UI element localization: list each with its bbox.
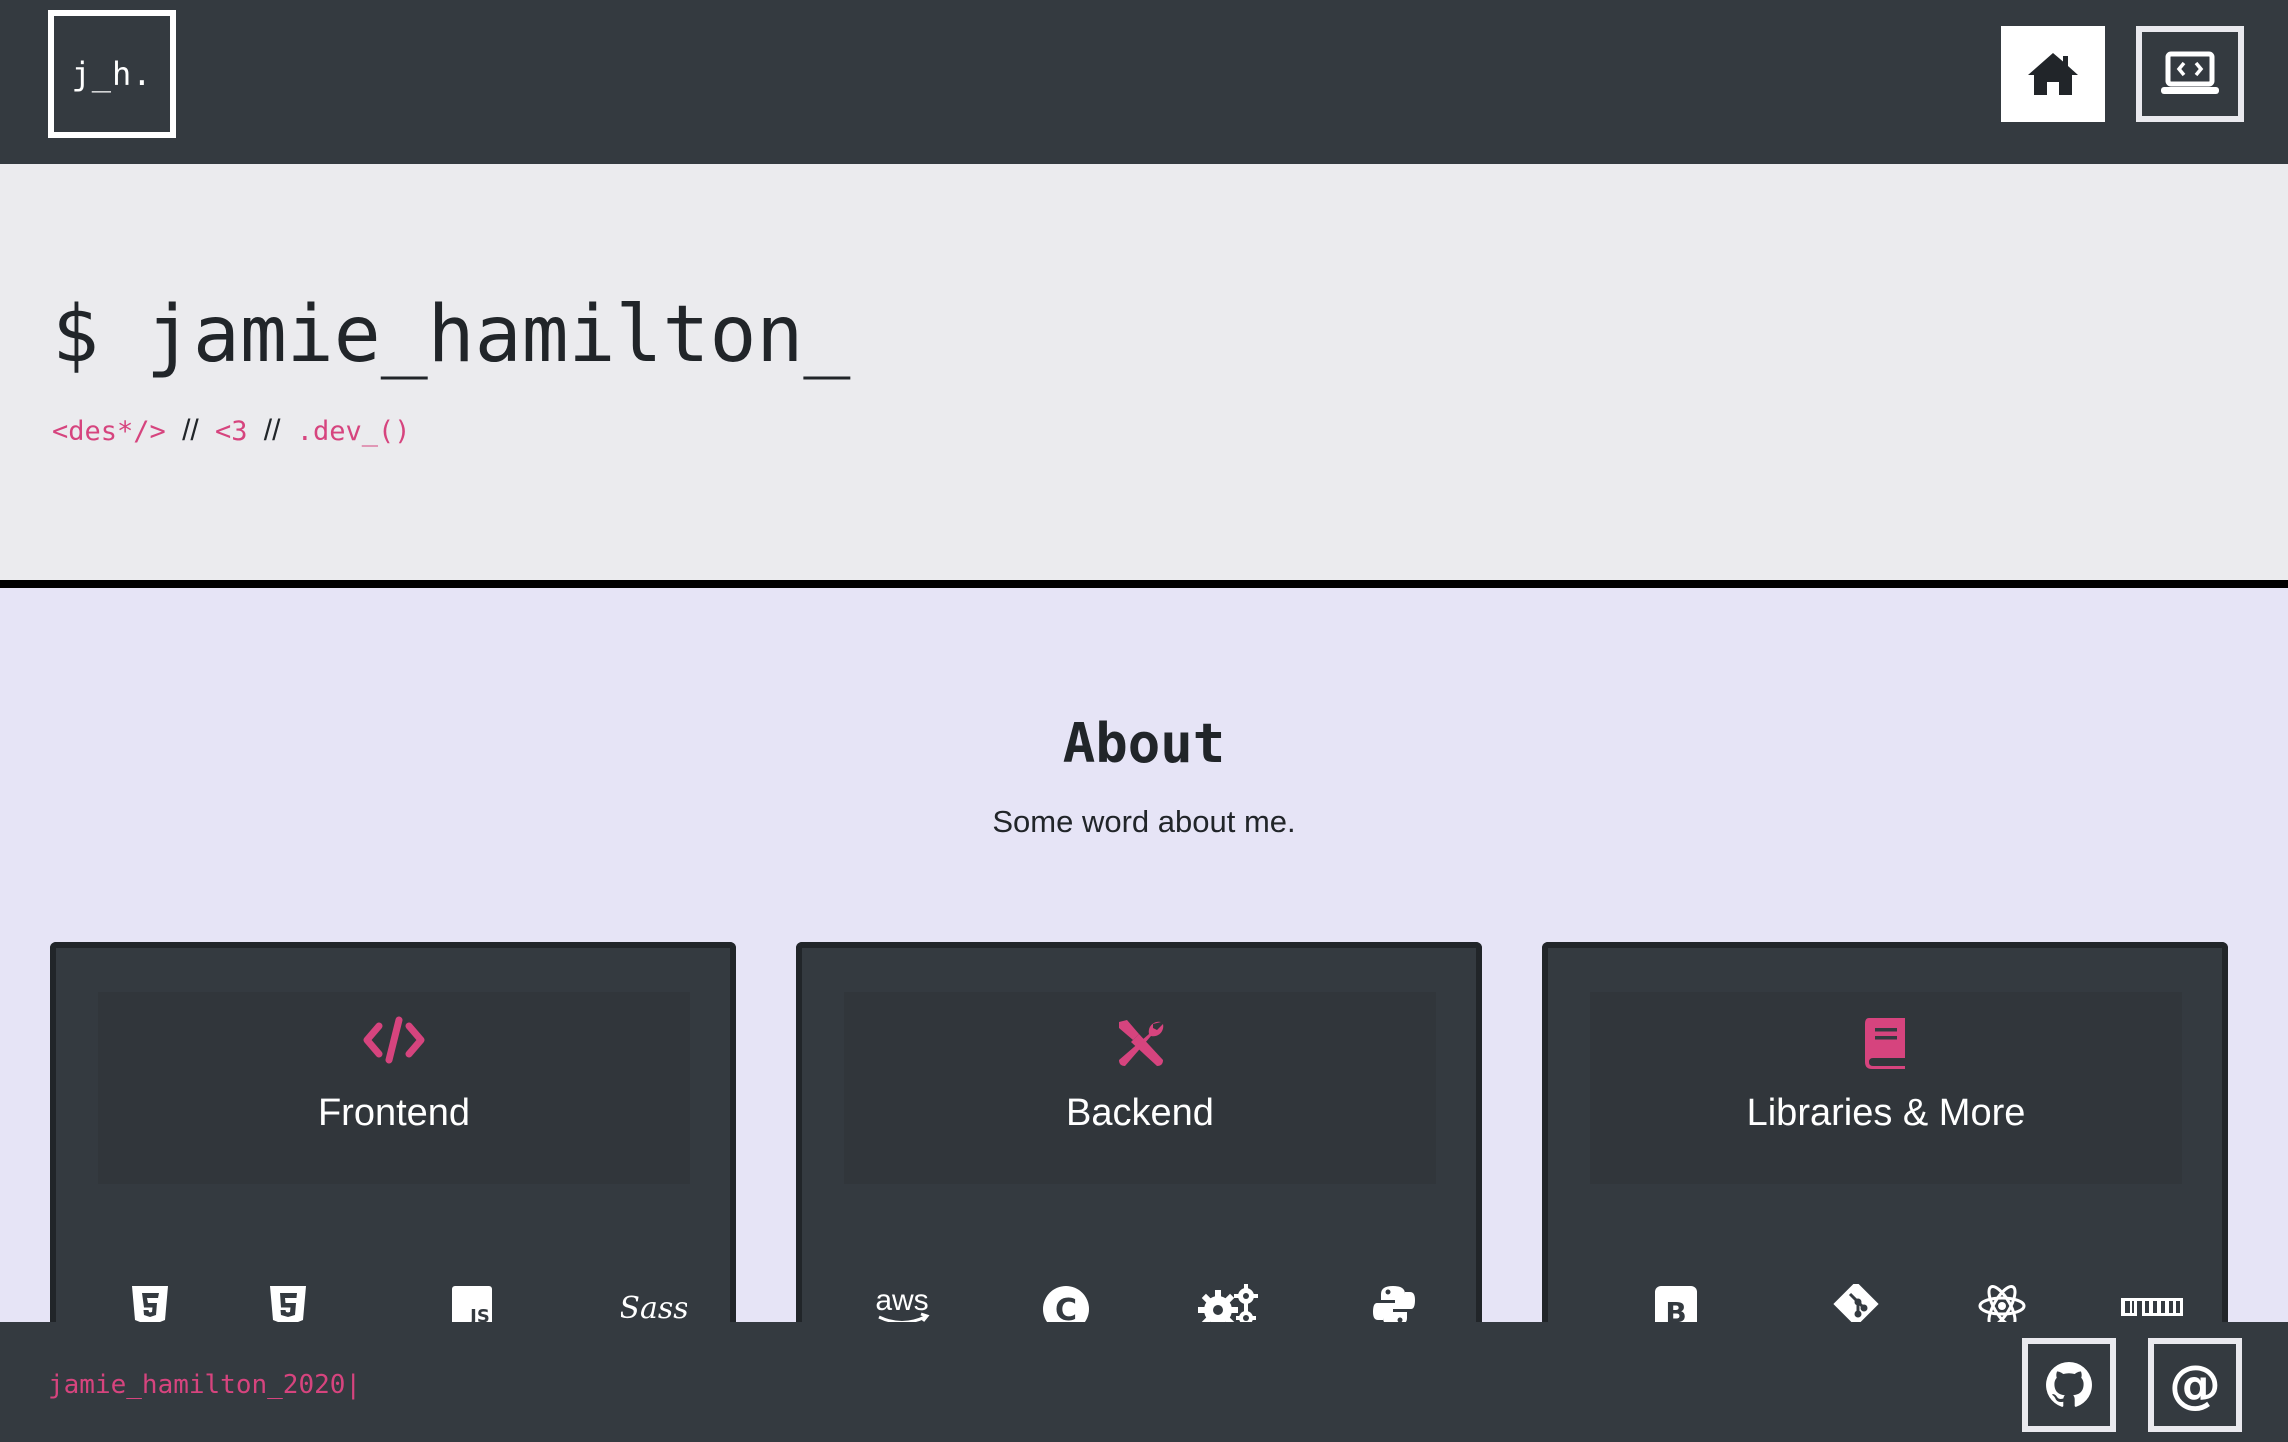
email-button[interactable]: @ — [2148, 1338, 2242, 1432]
footer-copyright: jamie_hamilton_2020| — [48, 1370, 361, 1400]
home-button[interactable] — [2001, 26, 2105, 122]
site-logo[interactable]: j_h. — [48, 10, 176, 138]
sass-label: Sass — [621, 1291, 687, 1326]
navbar: j_h. — [0, 0, 2288, 164]
github-icon — [2046, 1362, 2092, 1407]
card-header: Libraries & More — [1590, 992, 2182, 1184]
code-icon — [363, 1016, 425, 1064]
subtitle-dev: .dev_() — [296, 416, 411, 447]
hero-title: $ jamie_hamilton_ — [52, 290, 851, 380]
card-header: Frontend — [98, 992, 690, 1184]
about-subtitle: Some word about me. — [992, 804, 1296, 839]
subtitle-separator: // — [263, 414, 281, 447]
aws-label: aws — [875, 1284, 928, 1317]
subtitle-love: <3 — [215, 416, 248, 447]
tools-icon — [1119, 1020, 1164, 1066]
about-title: About — [1062, 712, 1226, 775]
book-icon — [1865, 1018, 1905, 1069]
laptop-code-icon — [2161, 51, 2219, 94]
skill-card-backend: Backend aws C — [796, 942, 1482, 1362]
hero-divider — [0, 580, 2288, 588]
subtitle-separator: // — [182, 414, 199, 447]
subtitle-design: <des*/> — [52, 416, 166, 447]
logo-text: j_h. — [71, 55, 153, 93]
card-label: Frontend — [317, 1092, 471, 1134]
footer-text: jamie_hamilton_2020 — [48, 1370, 346, 1400]
card-label: Backend — [1066, 1092, 1214, 1134]
github-button[interactable] — [2022, 1338, 2116, 1432]
card-header: Backend — [844, 992, 1436, 1184]
home-icon — [2028, 53, 2078, 95]
card-label: Libraries & More — [1746, 1092, 2026, 1134]
hero-subtitle: <des*/> // <3 // .dev_() — [52, 414, 411, 448]
at-icon: @ — [2169, 1355, 2221, 1415]
skill-card-frontend: Frontend JS Sass — [50, 942, 736, 1362]
footer: jamie_hamilton_2020| @ — [0, 1322, 2288, 1442]
projects-button[interactable] — [2136, 26, 2244, 122]
skill-card-libraries: Libraries & More B — [1542, 942, 2228, 1362]
text-cursor: | — [345, 1370, 362, 1400]
